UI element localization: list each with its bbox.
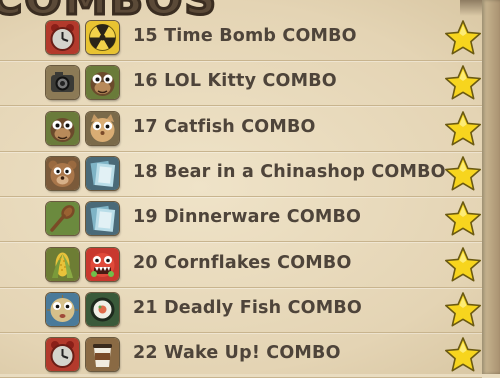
combo-row[interactable]: 16 LOL Kitty COMBO bbox=[0, 60, 482, 107]
star-icon bbox=[444, 246, 482, 284]
combo-number: 19 bbox=[133, 207, 158, 228]
combo-name: Time Bomb COMBO bbox=[164, 26, 357, 46]
combo-row[interactable]: 18 Bear in a Chinashop COMBO bbox=[0, 151, 482, 197]
combo-name: Cornflakes COMBO bbox=[164, 252, 352, 273]
combo-label: 19 Dinnerware COMBO bbox=[133, 207, 361, 227]
combo-name: Catfish COMBO bbox=[164, 116, 316, 137]
combo-number: 20 bbox=[133, 252, 158, 273]
bear-face-icon bbox=[46, 156, 79, 190]
combo-row[interactable]: 21 Deadly Fish COMBO bbox=[0, 287, 482, 333]
cat-face-icon bbox=[86, 111, 119, 145]
combo-number: 21 bbox=[133, 297, 158, 318]
china-plate-icon bbox=[86, 156, 119, 190]
combo-row[interactable]: 20 Cornflakes COMBO bbox=[0, 242, 482, 288]
radioactive-icon bbox=[86, 21, 119, 54]
corn-icon bbox=[46, 247, 79, 281]
combo-label: 15 Time Bomb COMBO bbox=[133, 26, 357, 46]
sushi-roll-icon bbox=[86, 292, 119, 326]
combo-name: Bear in a Chinashop COMBO bbox=[164, 161, 446, 182]
combo-number: 16 bbox=[133, 71, 158, 92]
monkey-face-icon bbox=[86, 66, 119, 100]
combo-name: Deadly Fish COMBO bbox=[164, 297, 362, 318]
star-icon bbox=[444, 64, 482, 102]
combo-list-screen: COMBOS 15 Time Bomb COMBO16 LOL Kitty CO… bbox=[0, 0, 500, 378]
combo-label: 20 Cornflakes COMBO bbox=[133, 253, 352, 273]
combo-number: 18 bbox=[133, 161, 158, 182]
pufferfish-icon bbox=[46, 292, 79, 326]
combo-row[interactable]: 19 Dinnerware COMBO bbox=[0, 196, 482, 243]
combo-label: 16 LOL Kitty COMBO bbox=[133, 71, 337, 91]
right-border bbox=[482, 0, 500, 374]
star-icon bbox=[444, 19, 482, 57]
monkey-face-icon bbox=[46, 111, 79, 145]
wooden-spoon-icon bbox=[46, 202, 79, 236]
star-icon bbox=[444, 291, 482, 329]
combo-name: LOL Kitty COMBO bbox=[164, 71, 337, 92]
star-icon bbox=[444, 200, 482, 238]
camera-icon bbox=[46, 66, 79, 100]
combo-number: 22 bbox=[133, 343, 158, 364]
star-icon bbox=[444, 110, 482, 148]
monster-face-icon bbox=[86, 247, 119, 281]
coffee-cup-icon bbox=[86, 338, 119, 372]
star-icon bbox=[444, 155, 482, 193]
combo-number: 17 bbox=[133, 116, 158, 137]
combo-row[interactable]: 22 Wake Up! COMBO bbox=[0, 332, 482, 378]
star-icon bbox=[444, 336, 482, 374]
combo-row[interactable]: 17 Catfish COMBO bbox=[0, 106, 482, 152]
combo-number: 15 bbox=[133, 26, 158, 46]
alarm-clock-icon bbox=[46, 338, 79, 372]
combo-label: 17 Catfish COMBO bbox=[133, 117, 316, 137]
alarm-clock-icon bbox=[46, 21, 79, 54]
combo-name: Wake Up! COMBO bbox=[164, 343, 341, 364]
china-plate-icon bbox=[86, 202, 119, 236]
combo-row[interactable]: 15 Time Bomb COMBO bbox=[0, 15, 482, 61]
combo-label: 22 Wake Up! COMBO bbox=[133, 343, 341, 363]
combo-name: Dinnerware COMBO bbox=[164, 207, 362, 228]
combo-label: 18 Bear in a Chinashop COMBO bbox=[133, 162, 446, 182]
combo-label: 21 Deadly Fish COMBO bbox=[133, 298, 362, 318]
